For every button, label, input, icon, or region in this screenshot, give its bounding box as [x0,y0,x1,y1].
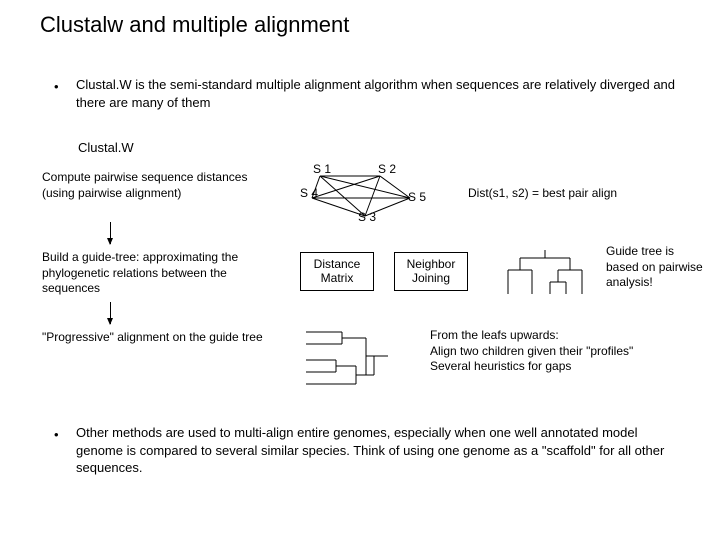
node-s4: S 4 [300,186,318,200]
step-1: Compute pairwise sequence distances (usi… [42,170,272,201]
arrow-2 [110,302,111,324]
subhead-clustalw: Clustal.W [78,140,134,155]
bullet-dot: • [54,78,59,96]
box-distance-matrix: Distance Matrix [300,252,374,291]
progressive-note: From the leafs upwards: Align two childr… [430,328,690,375]
box-neighbor-joining: Neighbor Joining [394,252,468,291]
bullet-2: • Other methods are used to multi-align … [76,424,676,477]
bullet-2-text: Other methods are used to multi-align en… [76,425,664,475]
bullet-dot-2: • [54,426,59,444]
node-s3: S 3 [358,210,376,224]
guide-tree-note: Guide tree is based on pairwise analysis… [606,244,706,291]
step-2: Build a guide-tree: approximating the ph… [42,250,272,297]
node-s5: S 5 [408,190,426,204]
dendrogram-small [490,246,600,298]
bullet-1-text: Clustal.W is the semi-standard multiple … [76,77,675,110]
arrow-1 [110,222,111,244]
bullet-1: • Clustal.W is the semi-standard multipl… [76,76,676,111]
node-s1: S 1 [313,162,331,176]
step-3: "Progressive" alignment on the guide tre… [42,330,272,346]
dist-equation: Dist(s1, s2) = best pair align [468,186,688,202]
progressive-tree [296,326,406,392]
node-s2: S 2 [378,162,396,176]
slide-title: Clustalw and multiple alignment [40,12,349,38]
